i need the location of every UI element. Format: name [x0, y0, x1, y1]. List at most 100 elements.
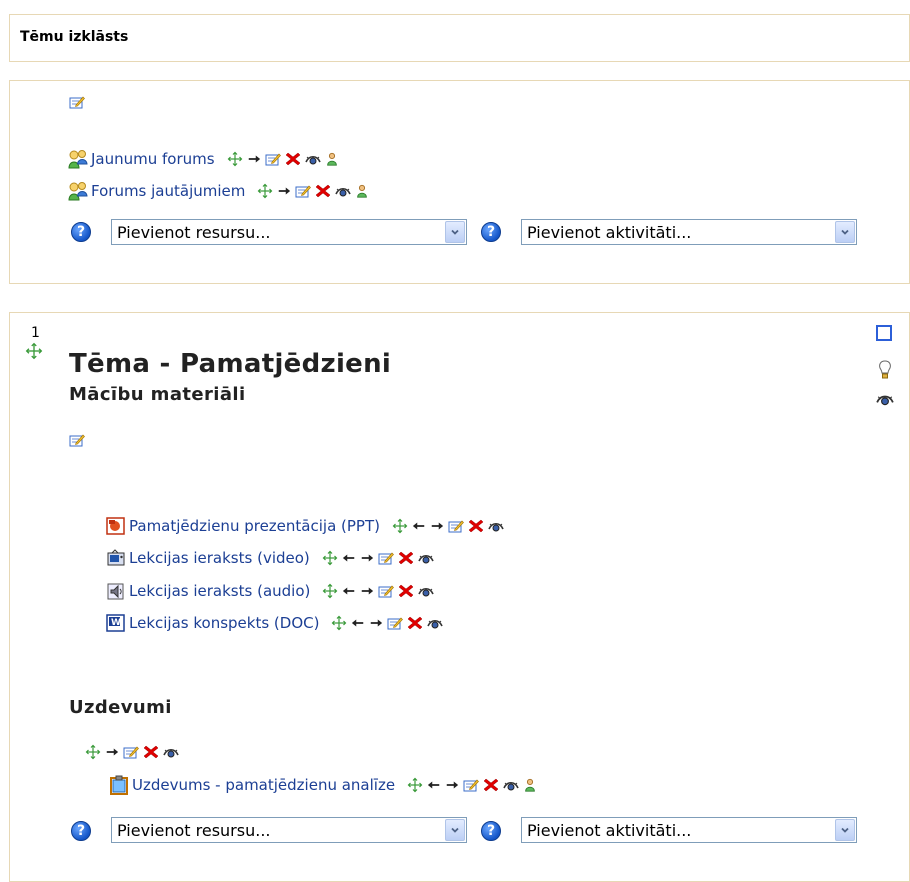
- lightbulb-icon[interactable]: [878, 360, 892, 380]
- eye-icon[interactable]: [427, 615, 443, 631]
- delete-icon[interactable]: [483, 777, 499, 793]
- activity-controls: [322, 583, 434, 599]
- edit-icon[interactable]: [378, 550, 394, 566]
- eye-icon[interactable]: [488, 518, 504, 534]
- subheading-tasks: Uzdevumi: [69, 697, 172, 718]
- chevron-down-icon[interactable]: [445, 819, 465, 841]
- move-icon[interactable]: [407, 777, 423, 793]
- list-item: W Lekcijas konspekts (DOC): [106, 612, 443, 634]
- activity-controls: [392, 518, 504, 534]
- move-icon[interactable]: [392, 518, 408, 534]
- activity-controls: [227, 151, 339, 167]
- move-right-icon[interactable]: [105, 745, 119, 759]
- edit-icon[interactable]: [295, 183, 311, 199]
- eye-icon[interactable]: [163, 744, 179, 760]
- activity-controls: [257, 183, 369, 199]
- chevron-down-icon[interactable]: [445, 221, 465, 243]
- edit-icon[interactable]: [378, 583, 394, 599]
- move-left-icon[interactable]: [342, 584, 356, 598]
- group-mode-icon[interactable]: [325, 152, 339, 166]
- label-controls: [85, 741, 179, 763]
- edit-icon[interactable]: [387, 615, 403, 631]
- group-mode-icon[interactable]: [523, 778, 537, 792]
- chevron-down-icon[interactable]: [835, 221, 855, 243]
- add-activity-select-value: Pievienot aktivitāti...: [527, 222, 692, 242]
- svg-text:W: W: [111, 618, 121, 628]
- eye-icon[interactable]: [335, 183, 351, 199]
- help-icon[interactable]: ?: [481, 821, 501, 841]
- delete-icon[interactable]: [315, 183, 331, 199]
- resource-link-ppt[interactable]: Pamatjēdzienu prezentācija (PPT): [129, 517, 380, 535]
- section-number: 1: [31, 325, 40, 341]
- activity-link-forums-jautajumiem[interactable]: Forums jautājumiem: [91, 182, 245, 200]
- move-icon[interactable]: [322, 550, 338, 566]
- move-left-icon[interactable]: [342, 551, 356, 565]
- move-right-icon[interactable]: [369, 616, 383, 630]
- move-left-icon[interactable]: [412, 519, 426, 533]
- header-bar: Tēmu izklāsts: [9, 14, 910, 62]
- subheading-materials: Mācību materiāli: [69, 384, 246, 405]
- help-icon[interactable]: ?: [481, 222, 501, 242]
- move-icon[interactable]: [227, 151, 243, 167]
- move-left-icon[interactable]: [427, 778, 441, 792]
- move-left-icon[interactable]: [351, 616, 365, 630]
- activity-controls: [322, 550, 434, 566]
- highlight-square-icon[interactable]: [876, 325, 892, 341]
- move-right-icon[interactable]: [277, 184, 291, 198]
- move-right-icon[interactable]: [360, 551, 374, 565]
- list-item: Pamatjēdzienu prezentācija (PPT): [106, 515, 504, 537]
- add-resource-select[interactable]: Pievienot resursu...: [111, 219, 467, 245]
- edit-icon[interactable]: [123, 744, 139, 760]
- list-item: Jaunumu forums: [68, 148, 339, 170]
- delete-icon[interactable]: [285, 151, 301, 167]
- move-icon[interactable]: [85, 744, 101, 760]
- delete-icon[interactable]: [468, 518, 484, 534]
- assignment-icon: [110, 775, 128, 795]
- edit-icon[interactable]: [463, 777, 479, 793]
- delete-icon[interactable]: [407, 615, 423, 631]
- move-icon[interactable]: [257, 183, 273, 199]
- help-icon[interactable]: ?: [71, 821, 91, 841]
- eye-icon[interactable]: [305, 151, 321, 167]
- list-item: Lekcijas ieraksts (audio): [106, 580, 434, 602]
- eye-icon[interactable]: [503, 777, 519, 793]
- delete-icon[interactable]: [398, 583, 414, 599]
- move-right-icon[interactable]: [247, 152, 261, 166]
- eye-icon[interactable]: [418, 550, 434, 566]
- move-icon[interactable]: [322, 583, 338, 599]
- assignment-link[interactable]: Uzdevums - pamatjēdzienu analīze: [132, 776, 395, 794]
- list-item: Forums jautājumiem: [68, 180, 369, 202]
- section-title: Tēma - Pamatjēdzieni: [69, 349, 392, 379]
- edit-icon[interactable]: [265, 151, 281, 167]
- add-activity-select[interactable]: Pievienot aktivitāti...: [521, 817, 857, 843]
- move-right-icon[interactable]: [360, 584, 374, 598]
- activity-controls: [85, 744, 179, 760]
- eye-icon[interactable]: [418, 583, 434, 599]
- word-icon: W: [106, 614, 125, 632]
- delete-icon[interactable]: [398, 550, 414, 566]
- add-activity-select[interactable]: Pievienot aktivitāti...: [521, 219, 857, 245]
- edit-label-icon[interactable]: [69, 432, 85, 448]
- move-icon[interactable]: [331, 615, 347, 631]
- activity-controls: [407, 777, 537, 793]
- resource-link-doc[interactable]: Lekcijas konspekts (DOC): [129, 614, 319, 632]
- delete-icon[interactable]: [143, 744, 159, 760]
- activity-link-jaunumu-forums[interactable]: Jaunumu forums: [91, 150, 215, 168]
- list-item: Uzdevums - pamatjēdzienu analīze: [109, 774, 537, 796]
- activity-controls: [331, 615, 443, 631]
- add-resource-select-value: Pievienot resursu...: [117, 820, 271, 840]
- video-icon: [107, 549, 125, 566]
- move-right-icon[interactable]: [445, 778, 459, 792]
- resource-link-audio[interactable]: Lekcijas ieraksts (audio): [129, 582, 310, 600]
- move-section-icon[interactable]: [25, 342, 43, 360]
- group-mode-icon[interactable]: [355, 184, 369, 198]
- powerpoint-icon: [106, 517, 125, 535]
- eye-icon[interactable]: [876, 390, 894, 408]
- edit-summary-icon[interactable]: [69, 94, 85, 110]
- move-right-icon[interactable]: [430, 519, 444, 533]
- add-resource-select[interactable]: Pievienot resursu...: [111, 817, 467, 843]
- chevron-down-icon[interactable]: [835, 819, 855, 841]
- resource-link-video[interactable]: Lekcijas ieraksts (video): [129, 549, 310, 567]
- help-icon[interactable]: ?: [71, 222, 91, 242]
- edit-icon[interactable]: [448, 518, 464, 534]
